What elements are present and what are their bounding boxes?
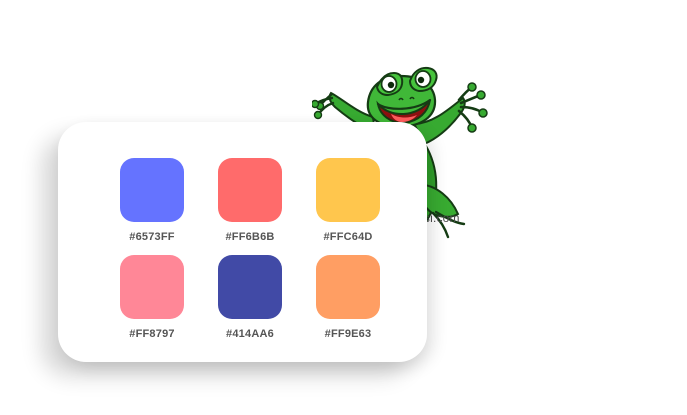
swatch-item-ff9e63[interactable]: #FF9E63 [301, 255, 395, 352]
color-hex-label: #FFC64D [323, 231, 373, 243]
color-hex-label: #6573FF [129, 231, 175, 243]
color-hex-label: #FF8797 [129, 328, 175, 340]
color-swatch[interactable] [316, 255, 380, 319]
swatch-item-414aa6[interactable]: #414AA6 [203, 255, 297, 352]
color-hex-label: #414AA6 [226, 328, 274, 340]
color-swatch[interactable] [218, 158, 282, 222]
color-swatch[interactable] [218, 255, 282, 319]
color-swatch[interactable] [120, 158, 184, 222]
color-swatch[interactable] [316, 158, 380, 222]
color-palette-card: #6573FF #FF6B6B #FFC64D #FF8797 #414AA6 [58, 122, 427, 362]
scene: dsi.com #6573FF #FF6B6B #FFC64D #FF8797 [0, 0, 687, 415]
swatch-grid: #6573FF #FF6B6B #FFC64D #FF8797 #414AA6 [105, 158, 387, 348]
swatch-item-6573ff[interactable]: #6573FF [105, 158, 199, 255]
color-hex-label: #FF6B6B [225, 231, 275, 243]
swatch-item-ff6b6b[interactable]: #FF6B6B [203, 158, 297, 255]
swatch-item-ff8797[interactable]: #FF8797 [105, 255, 199, 352]
color-hex-label: #FF9E63 [324, 328, 372, 340]
swatch-item-ffc64d[interactable]: #FFC64D [301, 158, 395, 255]
color-swatch[interactable] [120, 255, 184, 319]
